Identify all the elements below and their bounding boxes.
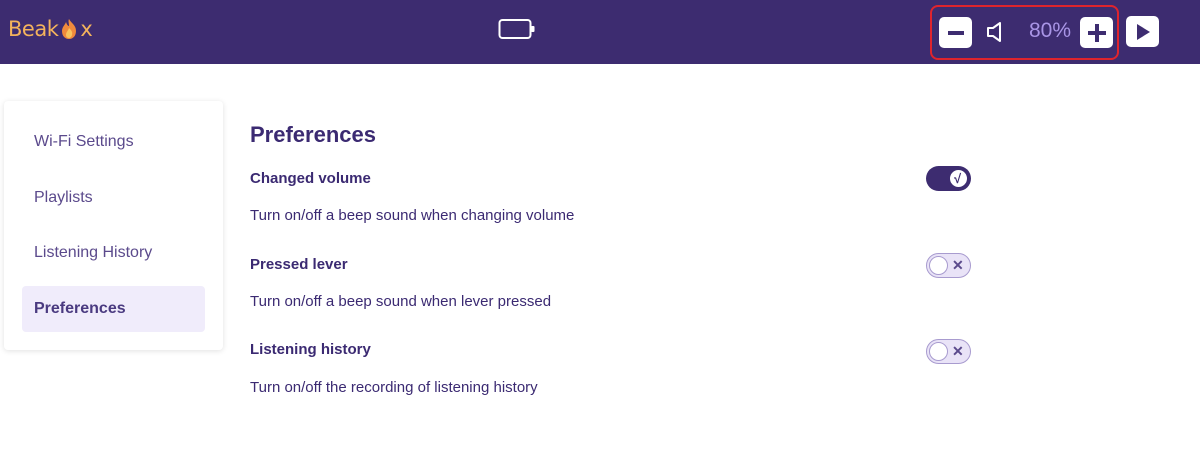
pref-desc-pressed-lever: Turn on/off a beep sound when lever pres… <box>250 293 552 310</box>
battery-icon <box>498 18 536 45</box>
speaker-icon[interactable] <box>986 20 1006 49</box>
x-mark-icon: ✕ <box>952 257 964 273</box>
logo-text-left: Beak <box>8 17 59 41</box>
toggle-changed-volume[interactable]: √ <box>926 166 971 191</box>
toggle-knob <box>928 255 948 275</box>
pref-title-changed-volume: Changed volume <box>250 170 371 187</box>
play-icon <box>1136 23 1150 40</box>
volume-down-button[interactable] <box>939 17 972 48</box>
plus-icon <box>1087 23 1106 42</box>
volume-up-button[interactable] <box>1080 17 1113 48</box>
x-mark-icon: ✕ <box>952 343 964 359</box>
pref-title-listening-history: Listening history <box>250 341 371 358</box>
toggle-listening-history[interactable]: ✕ <box>926 339 971 364</box>
sidebar-item-playlists[interactable]: Playlists <box>22 175 205 221</box>
sidebar-item-preferences[interactable]: Preferences <box>22 286 205 332</box>
minus-icon <box>947 30 964 35</box>
volume-level: 80% <box>1029 19 1072 42</box>
sidebar-item-label: Listening History <box>34 244 153 261</box>
toggle-knob <box>928 341 948 361</box>
pref-title-pressed-lever: Pressed lever <box>250 256 348 273</box>
sidebar-item-label: Wi-Fi Settings <box>34 133 134 150</box>
checkmark-icon: √ <box>954 171 962 186</box>
top-bar: Beak x 80% <box>0 0 1200 64</box>
pref-desc-changed-volume: Turn on/off a beep sound when changing v… <box>250 207 575 224</box>
flame-icon <box>59 18 79 40</box>
sidebar-item-label: Preferences <box>34 300 126 317</box>
page-title: Preferences <box>250 122 376 147</box>
sidebar: Wi-Fi Settings Playlists Listening Histo… <box>4 101 223 350</box>
beakbox-logo[interactable]: Beak x <box>8 17 93 41</box>
sidebar-item-label: Playlists <box>34 189 93 206</box>
play-button[interactable] <box>1126 16 1159 47</box>
sidebar-item-wifi-settings[interactable]: Wi-Fi Settings <box>22 119 205 165</box>
toggle-pressed-lever[interactable]: ✕ <box>926 253 971 278</box>
sidebar-item-listening-history[interactable]: Listening History <box>22 230 205 276</box>
logo-text-right: x <box>80 17 93 41</box>
pref-desc-listening-history: Turn on/off the recording of listening h… <box>250 379 538 396</box>
